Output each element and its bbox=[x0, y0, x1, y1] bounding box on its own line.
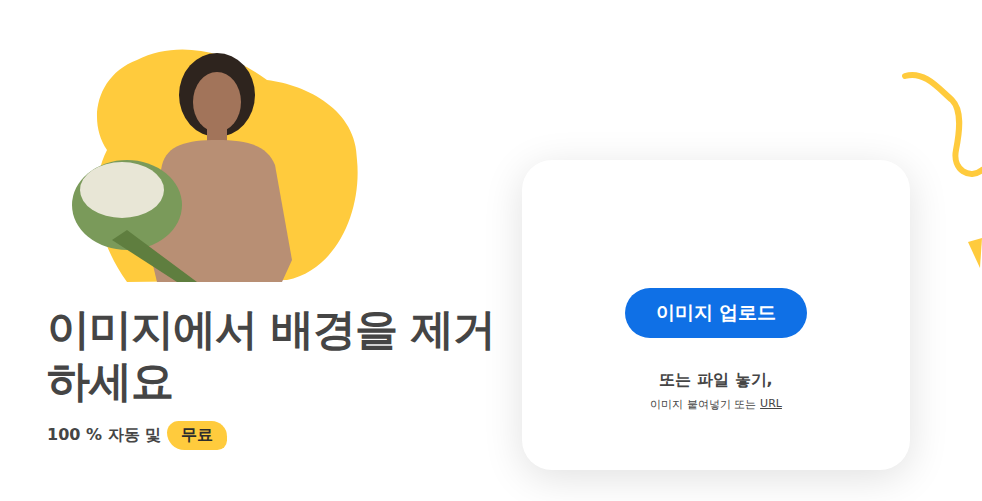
upload-button[interactable]: 이미지 업로드 bbox=[625, 288, 807, 338]
paste-text: 이미지 붙여넣기 또는 bbox=[650, 397, 756, 412]
paste-hint: 이미지 붙여넣기 또는 URL bbox=[650, 397, 782, 412]
hero-subtitle: 100 % 자동 및 무료 bbox=[47, 421, 500, 450]
upload-card[interactable]: 이미지 업로드또는 파일 놓기, 이미지 붙여넣기 또는 URL bbox=[522, 160, 910, 470]
free-badge: 무료 bbox=[167, 421, 227, 450]
squiggle-decoration bbox=[900, 70, 982, 270]
url-link[interactable]: URL bbox=[760, 397, 782, 412]
hero-image bbox=[67, 40, 367, 282]
subtitle-text: 100 % 자동 및 bbox=[47, 425, 161, 446]
hero-title: 이미지에서 배경을 제거하세요 bbox=[47, 304, 507, 407]
hero: 이미지에서 배경을 제거하세요100 % 자동 및무료 bbox=[47, 0, 500, 450]
drop-hint: 또는 파일 놓기, bbox=[659, 370, 772, 391]
page: 이미지에서 배경을 제거하세요 100 % 자동 및 무료 이미지 업로드또는 파일 … bbox=[0, 0, 982, 501]
